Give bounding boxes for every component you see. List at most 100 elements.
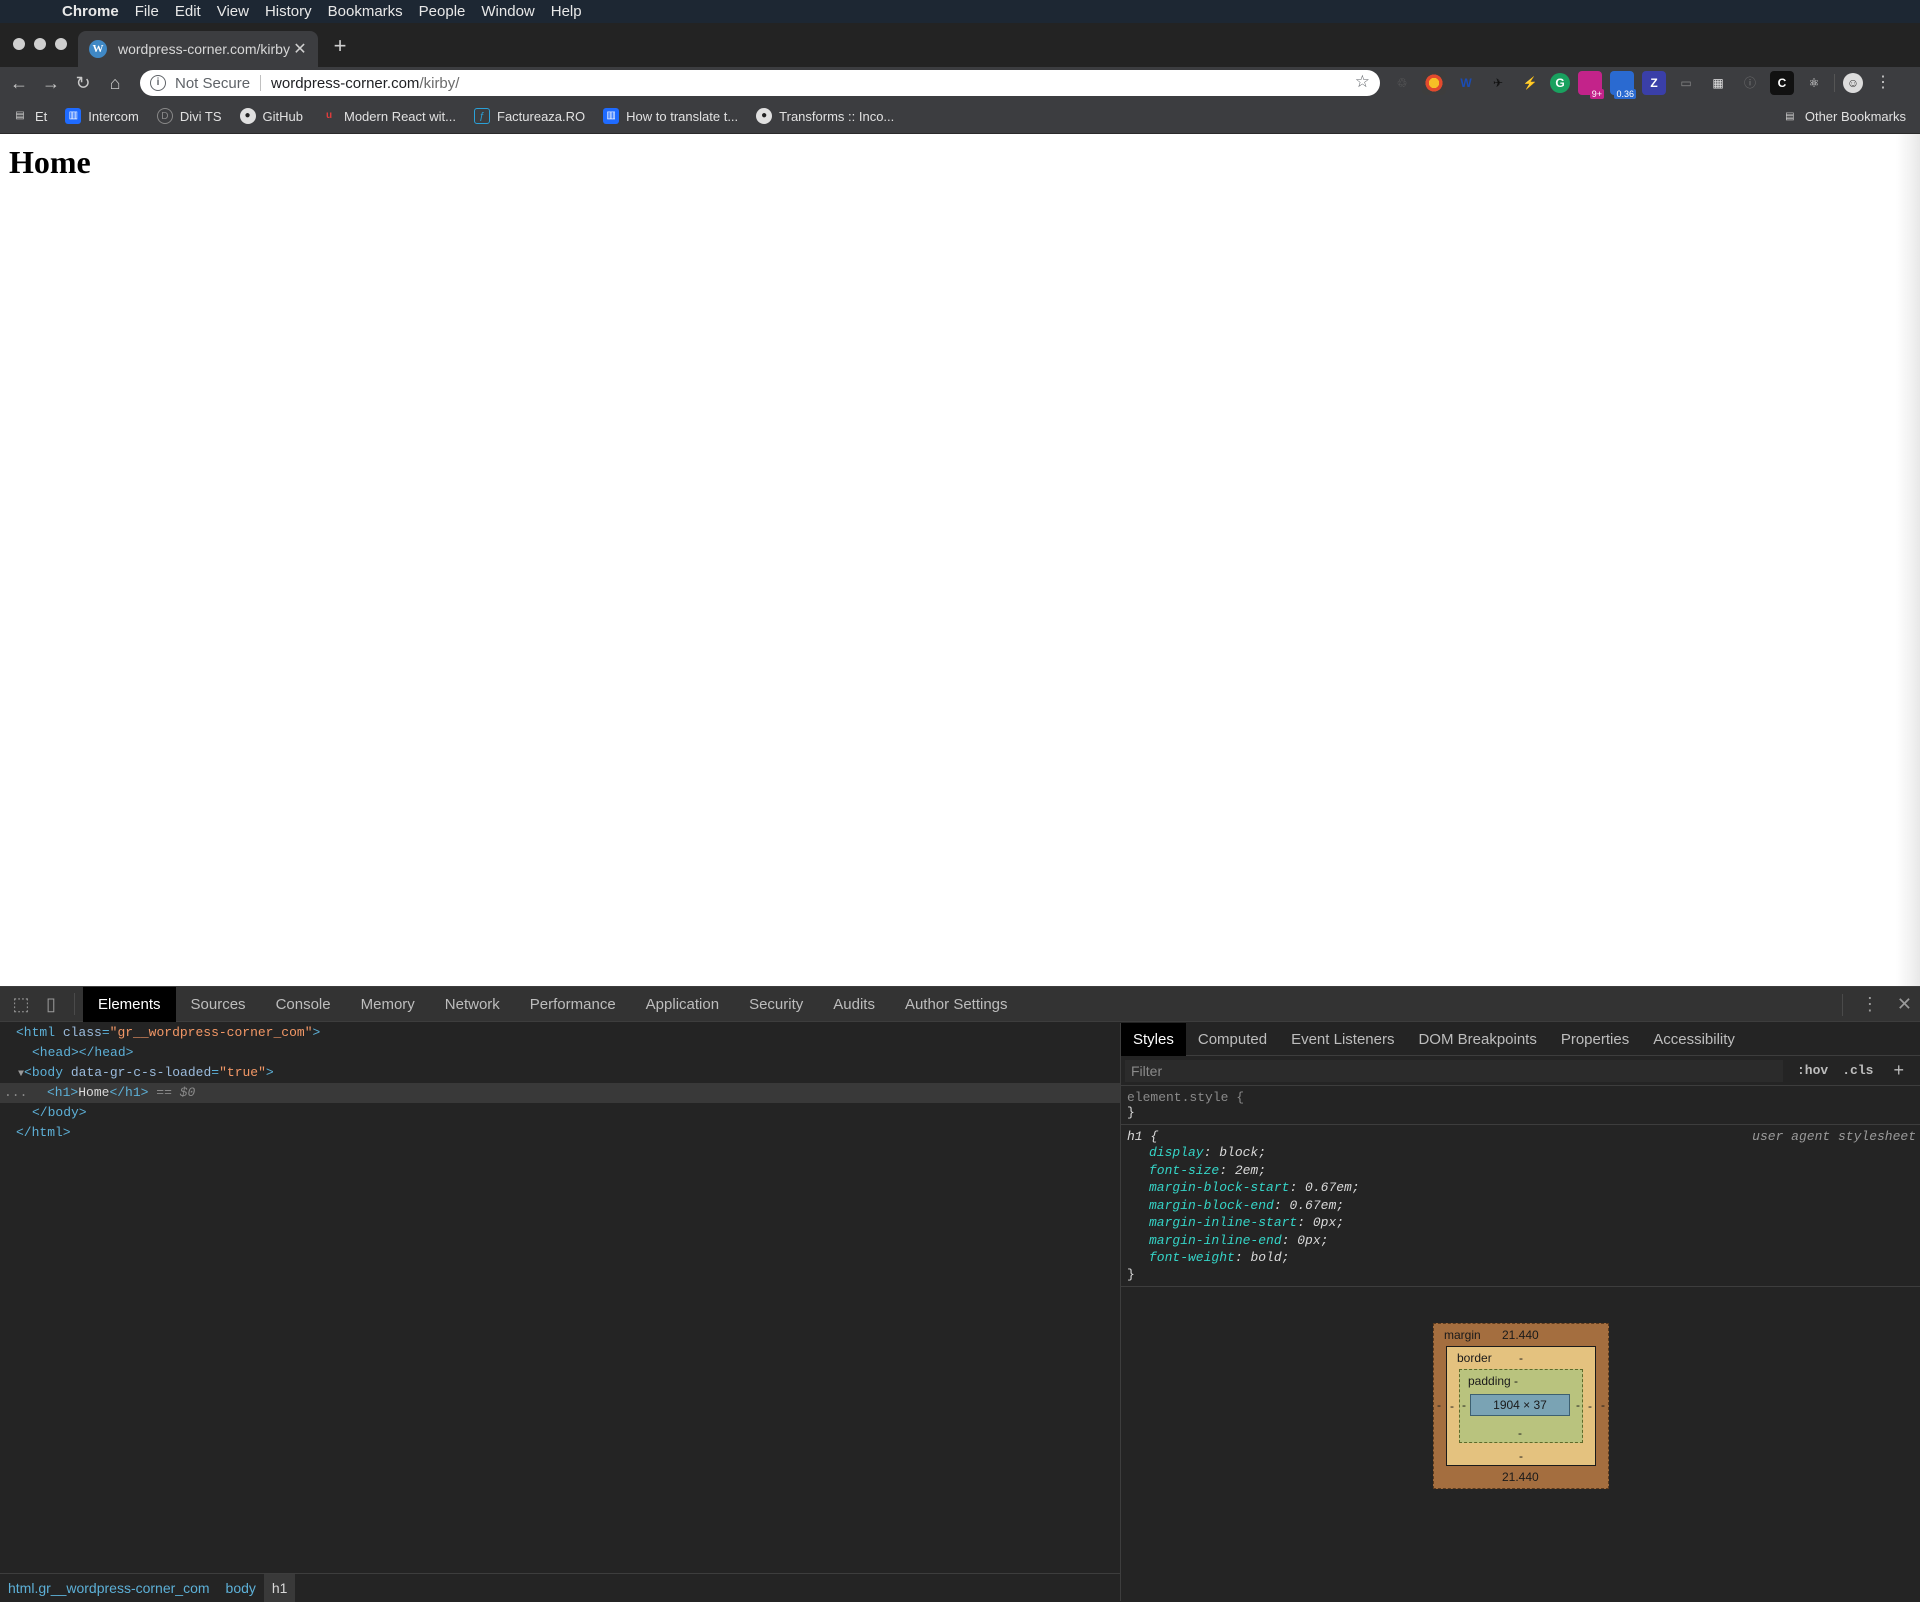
extension-chrome-icon[interactable] (1422, 71, 1446, 95)
home-icon[interactable]: ⌂ (102, 70, 128, 96)
tab-dom-breakpoints[interactable]: DOM Breakpoints (1406, 1023, 1548, 1056)
bookmark-star-icon[interactable]: ☆ (1355, 72, 1370, 92)
extension-c-icon[interactable]: C (1770, 71, 1794, 95)
tab-security[interactable]: Security (734, 987, 818, 1022)
tab-properties[interactable]: Properties (1549, 1023, 1641, 1056)
profile-avatar-icon[interactable]: ☺ (1843, 73, 1863, 93)
extension-grid-icon[interactable]: ▦ (1706, 71, 1730, 95)
dom-node-head[interactable]: <head></head> (0, 1043, 1120, 1063)
css-declaration[interactable]: display: block; (1127, 1144, 1914, 1162)
menu-edit[interactable]: Edit (167, 0, 209, 23)
border-right-value[interactable]: - (1588, 1399, 1592, 1413)
other-bookmarks[interactable]: ▤ Other Bookmarks (1782, 99, 1906, 134)
tab-sources[interactable]: Sources (176, 987, 261, 1022)
zoom-window-button[interactable] (55, 38, 67, 50)
extension-grammarly-icon[interactable]: G (1550, 73, 1570, 93)
tab-computed[interactable]: Computed (1186, 1023, 1279, 1056)
breadcrumb-html[interactable]: html.gr__wordpress-corner_com (0, 1574, 218, 1602)
minimize-window-button[interactable] (34, 38, 46, 50)
devtools-menu-icon[interactable]: ⋮ (1861, 994, 1879, 1015)
css-declaration[interactable]: margin-block-start: 0.67em; (1127, 1179, 1914, 1197)
extension-react-icon[interactable]: ⚛ (1802, 71, 1826, 95)
menu-bookmarks[interactable]: Bookmarks (320, 0, 411, 23)
bookmark-how-to-translate[interactable]: ▥ How to translate t... (603, 108, 738, 124)
bookmark-divi-ts[interactable]: D Divi TS (156, 108, 222, 124)
extension-badge-icon[interactable]: 9+ (1578, 71, 1604, 99)
extension-window-icon[interactable]: ▭ (1674, 71, 1698, 95)
padding-left-value[interactable]: - (1462, 1398, 1466, 1412)
tab-styles[interactable]: Styles (1121, 1022, 1186, 1056)
bookmark-transforms[interactable]: ● Transforms :: Inco... (756, 108, 894, 124)
element-style-rule[interactable]: element.style { } (1121, 1086, 1920, 1125)
tab-performance[interactable]: Performance (515, 987, 631, 1022)
css-declaration[interactable]: font-size: 2em; (1127, 1162, 1914, 1180)
bookmark-factureaza[interactable]: ƒ Factureaza.RO (474, 108, 585, 124)
close-tab-icon[interactable]: ✕ (290, 39, 310, 59)
css-declaration[interactable]: margin-block-end: 0.67em; (1127, 1197, 1914, 1215)
device-toolbar-icon[interactable]: ▯ (36, 989, 66, 1019)
info-icon[interactable]: i (150, 75, 166, 91)
menu-app-chrome[interactable]: Chrome (54, 0, 127, 23)
url-path[interactable]: /kirby/ (419, 75, 459, 92)
url-host[interactable]: wordpress-corner.com (271, 75, 419, 92)
dom-node-html[interactable]: <html class="gr__wordpress-corner_com"> (0, 1023, 1120, 1043)
margin-left-value[interactable]: - (1437, 1398, 1441, 1412)
border-top-value[interactable]: - (1519, 1351, 1523, 1365)
back-icon[interactable]: ← (6, 70, 32, 96)
menu-view[interactable]: View (209, 0, 257, 23)
forward-icon[interactable]: → (38, 70, 64, 96)
menu-window[interactable]: Window (473, 0, 542, 23)
new-style-rule-button[interactable]: + (1893, 1060, 1904, 1081)
dom-node-body[interactable]: ▼<body data-gr-c-s-loaded="true"> (0, 1063, 1120, 1083)
margin-bottom-value[interactable]: 21.440 (1502, 1470, 1539, 1484)
node-actions-icon[interactable]: ... (4, 1083, 27, 1103)
css-declaration[interactable]: margin-inline-start: 0px; (1127, 1214, 1914, 1232)
box-model-border[interactable]: border - - - - padding - - - - 1904 × 37 (1446, 1346, 1596, 1466)
bookmark-github[interactable]: ● GitHub (239, 108, 303, 124)
css-declaration[interactable]: font-weight: bold; (1127, 1249, 1914, 1267)
inspect-element-icon[interactable]: ⬚ (6, 989, 36, 1019)
chrome-menu-icon[interactable]: ⋮ (1871, 71, 1895, 95)
margin-top-value[interactable]: 21.440 (1502, 1328, 1539, 1342)
h1-style-rule[interactable]: h1 { user agent stylesheet display: bloc… (1121, 1125, 1920, 1287)
dom-node-html-close[interactable]: </html> (0, 1123, 1120, 1143)
tab-elements[interactable]: Elements (83, 986, 176, 1022)
styles-filter-input[interactable]: Filter (1125, 1059, 1783, 1082)
extension-z-icon[interactable]: Z (1642, 71, 1666, 95)
page-scrollbar[interactable] (1896, 134, 1920, 986)
border-bottom-value[interactable]: - (1519, 1449, 1523, 1463)
dom-node-h1[interactable]: ... <h1>Home</h1> == $0 (0, 1083, 1120, 1103)
menu-help[interactable]: Help (543, 0, 590, 23)
tab-application[interactable]: Application (631, 987, 734, 1022)
border-left-value[interactable]: - (1450, 1399, 1454, 1413)
reload-icon[interactable]: ↻ (70, 70, 96, 96)
tab-author-settings[interactable]: Author Settings (890, 987, 1023, 1022)
dom-node-body-close[interactable]: </body> (0, 1103, 1120, 1123)
extension-w-icon[interactable]: W (1454, 71, 1478, 95)
tab-accessibility[interactable]: Accessibility (1641, 1023, 1747, 1056)
bookmark-intercom[interactable]: ▥ Intercom (65, 108, 139, 124)
tab-event-listeners[interactable]: Event Listeners (1279, 1023, 1406, 1056)
extension-info-icon[interactable]: ⓘ (1738, 71, 1762, 95)
bookmark-et[interactable]: ▤ Et (12, 108, 47, 124)
box-model-padding[interactable]: padding - - - - 1904 × 37 (1459, 1369, 1583, 1443)
close-window-button[interactable] (13, 38, 25, 50)
hov-toggle-button[interactable]: :hov (1797, 1063, 1828, 1078)
extension-bird-icon[interactable]: ✈ (1486, 71, 1510, 95)
cls-toggle-button[interactable]: .cls (1842, 1063, 1873, 1078)
padding-right-value[interactable]: - (1576, 1398, 1580, 1412)
breadcrumb-body[interactable]: body (218, 1574, 264, 1602)
browser-tab[interactable]: W wordpress-corner.com/kirby/ ✕ (78, 31, 318, 67)
tab-audits[interactable]: Audits (818, 987, 890, 1022)
box-model-content[interactable]: 1904 × 37 (1470, 1394, 1570, 1416)
extension-recycle-icon[interactable]: ♲ (1390, 71, 1414, 95)
address-bar[interactable]: i Not Secure wordpress-corner.com/kirby/… (140, 70, 1380, 96)
extension-weather-icon[interactable]: 0.36 (1610, 71, 1636, 99)
new-tab-button[interactable]: + (328, 35, 352, 59)
menu-file[interactable]: File (127, 0, 167, 23)
extension-bolt-icon[interactable]: ⚡ (1518, 71, 1542, 95)
margin-right-value[interactable]: - (1601, 1398, 1605, 1412)
menu-history[interactable]: History (257, 0, 320, 23)
padding-bottom-value[interactable]: - (1518, 1426, 1522, 1440)
tab-memory[interactable]: Memory (346, 987, 430, 1022)
